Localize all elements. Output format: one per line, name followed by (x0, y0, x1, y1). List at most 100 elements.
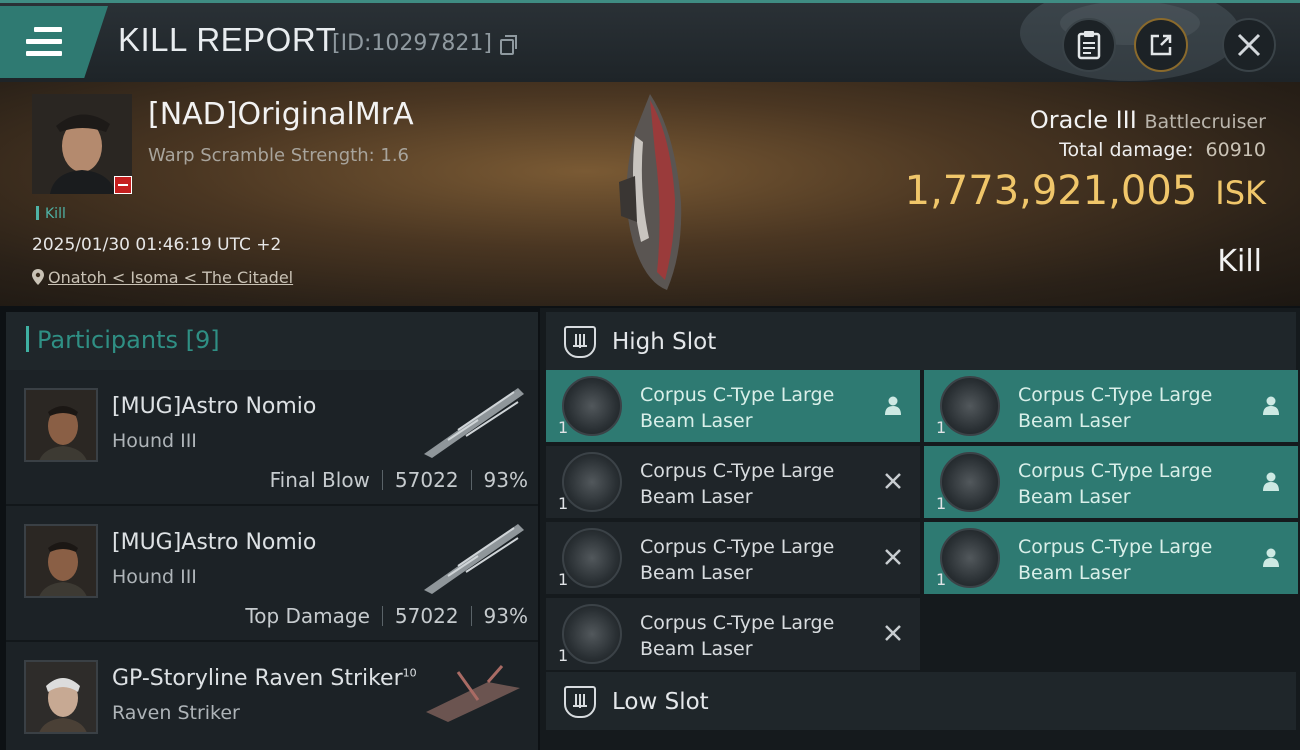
beam-laser-icon (940, 452, 1000, 512)
participant-avatar (24, 524, 98, 598)
person-icon (880, 392, 906, 418)
ship-image (619, 94, 682, 290)
participant-ship-icon (426, 665, 520, 722)
high-slot-label: High Slot (612, 329, 717, 355)
participant-level: 10 (402, 666, 417, 680)
participant-percent: 93% (483, 468, 528, 492)
participant-row[interactable]: [MUG]Astro Nomio Hound III Final Blow 570… (6, 370, 538, 506)
participant-role: Top Damage (245, 604, 370, 628)
module-quantity: 1 (936, 570, 947, 589)
participant-damage: 57022 (394, 468, 459, 492)
fitted-module[interactable]: 1 Corpus C-Type Large Beam Laser (546, 446, 920, 518)
participants-title: Participants (37, 326, 178, 354)
module-name: Corpus C-Type Large Beam Laser (640, 612, 835, 660)
low-slot-label: Low Slot (612, 689, 709, 715)
participant-percent: 93% (483, 604, 528, 628)
beam-laser-icon (562, 604, 622, 664)
module-name: Corpus C-Type Large Beam Laser (640, 536, 835, 584)
menu-button[interactable] (0, 6, 108, 78)
copy-icon[interactable] (500, 35, 517, 55)
module-name: Corpus C-Type Large Beam Laser (1018, 384, 1213, 432)
participant-stats: Top Damage 57022 93% (245, 604, 528, 628)
module-name: Corpus C-Type Large Beam Laser (1018, 460, 1213, 508)
clipboard-icon (1077, 31, 1101, 60)
warp-scramble-strength: Warp Scramble Strength: 1.6 (148, 145, 410, 166)
participant-role: Final Blow (269, 468, 370, 492)
participants-count: [9] (185, 326, 220, 354)
fitted-module[interactable]: 1 Corpus C-Type Large Beam Laser (924, 522, 1298, 594)
fitted-module[interactable]: 1 Corpus C-Type Large Beam Laser (546, 370, 920, 442)
participant-ship: Hound III (112, 566, 197, 588)
report-id: [ID:10297821] (332, 31, 492, 56)
fitted-module[interactable]: 1 Corpus C-Type Large Beam Laser (546, 522, 920, 594)
fitting-panel: High Slot 1 Corpus C-Type Large Beam Las… (540, 308, 1300, 750)
destroyed-x-icon (880, 468, 906, 494)
destroyed-x-icon (880, 544, 906, 570)
participant-avatar (24, 660, 98, 734)
ship-name: Oracle III (1029, 106, 1137, 134)
participants-header: Participants [9] (6, 312, 538, 370)
module-quantity: 1 (936, 418, 947, 437)
kill-timestamp: 2025/01/30 01:46:19 UTC +2 (32, 235, 282, 255)
isk-value: 1,773,921,005 ISK (905, 168, 1266, 214)
participants-panel: Participants [9] [MUG]Astro Nomio Hound … (6, 312, 538, 750)
isk-amount: 1,773,921,005 (904, 168, 1198, 214)
module-name: Corpus C-Type Large Beam Laser (640, 460, 835, 508)
beam-laser-icon (940, 528, 1000, 588)
negative-standing-badge (114, 176, 132, 194)
low-slot-icon (564, 686, 596, 718)
participant-ship: Hound III (112, 430, 197, 452)
clipboard-button[interactable] (1062, 18, 1116, 72)
high-slot-header: High Slot (546, 312, 1296, 370)
hamburger-menu-icon (26, 27, 62, 57)
share-icon (1150, 34, 1172, 56)
fitted-module[interactable]: 1 Corpus C-Type Large Beam Laser (924, 370, 1298, 442)
participant-name: [MUG]Astro Nomio (112, 530, 317, 555)
participant-damage: 57022 (394, 604, 459, 628)
total-damage-label: Total damage: (1059, 139, 1194, 161)
module-quantity: 1 (558, 570, 569, 589)
participant-row[interactable]: [MUG]Astro Nomio Hound III Top Damage 570… (6, 506, 538, 642)
fitted-module[interactable]: 1 Corpus C-Type Large Beam Laser (546, 598, 920, 670)
beam-laser-icon (562, 376, 622, 436)
participant-name: [MUG]Astro Nomio (112, 394, 317, 419)
module-quantity: 1 (558, 646, 569, 665)
participant-avatar (24, 388, 98, 462)
location-link[interactable]: Onatoh < Isoma < The Citadel (48, 268, 293, 287)
location-pin-icon (32, 269, 44, 285)
page-title: KILL REPORT (118, 21, 337, 58)
low-slot-header: Low Slot (546, 672, 1296, 730)
kill-location[interactable]: Onatoh < Isoma < The Citadel (32, 268, 293, 287)
participant-ship-icon (424, 388, 524, 458)
module-quantity: 1 (936, 494, 947, 513)
module-quantity: 1 (558, 418, 569, 437)
close-button[interactable] (1222, 18, 1276, 72)
victim-ship: Oracle III Battlecruiser (1030, 106, 1266, 134)
fitted-module[interactable]: 1 Corpus C-Type Large Beam Laser (924, 446, 1298, 518)
total-damage: Total damage: 60910 (1059, 139, 1266, 161)
participant-stats: Final Blow 57022 93% (270, 468, 528, 492)
result-label: Kill (1217, 244, 1262, 279)
participant-name: GP-Storyline Raven Striker10 (112, 666, 417, 691)
participant-ship: Raven Striker (112, 702, 240, 724)
beam-laser-icon (562, 452, 622, 512)
high-slot-icon (564, 326, 596, 358)
header-bar: KILL REPORT [ID:10297821] (0, 0, 1300, 82)
total-damage-value: 60910 (1205, 139, 1266, 161)
person-icon (1258, 468, 1284, 494)
beam-laser-icon (940, 376, 1000, 436)
participant-row[interactable]: GP-Storyline Raven Striker10 Raven Strik… (6, 642, 538, 750)
destroyed-x-icon (880, 620, 906, 646)
ship-class: Battlecruiser (1144, 111, 1266, 133)
person-icon (1258, 392, 1284, 418)
isk-unit: ISK (1215, 174, 1266, 212)
close-icon (1237, 33, 1261, 57)
module-name: Corpus C-Type Large Beam Laser (1018, 536, 1213, 584)
beam-laser-icon (562, 528, 622, 588)
kill-tag: Kill (36, 206, 66, 222)
share-button[interactable] (1134, 18, 1188, 72)
person-icon (1258, 544, 1284, 570)
module-quantity: 1 (558, 494, 569, 513)
participant-ship-icon (424, 524, 524, 594)
module-name: Corpus C-Type Large Beam Laser (640, 384, 835, 432)
